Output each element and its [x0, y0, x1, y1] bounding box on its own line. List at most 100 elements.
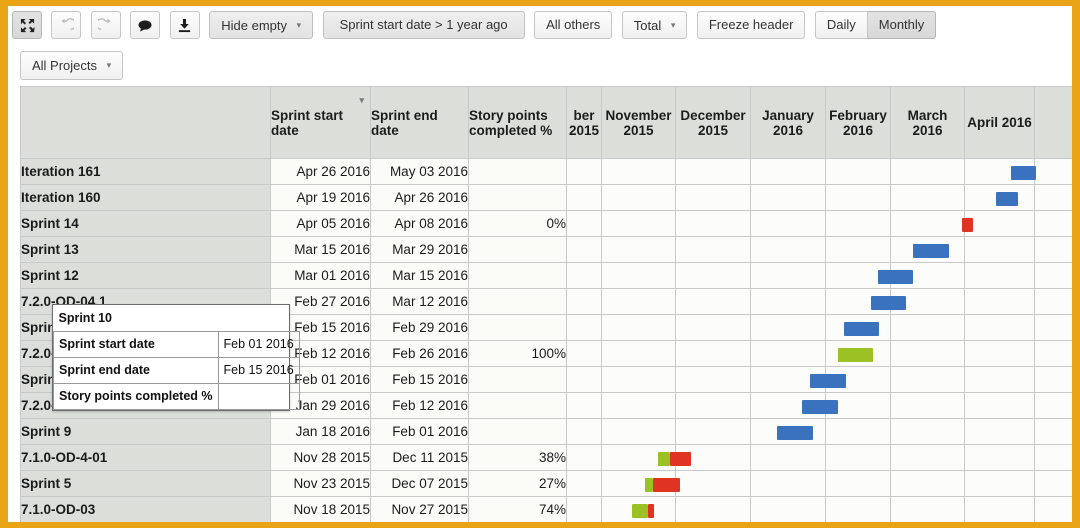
- row-gantt-cell[interactable]: [601, 314, 676, 341]
- row-gantt-cell[interactable]: [825, 470, 891, 497]
- table-row[interactable]: Sprint 9 Jan 18 2016 Feb 01 2016: [20, 418, 1072, 445]
- row-gantt-cell[interactable]: [964, 158, 1035, 185]
- row-gantt-cell[interactable]: [566, 262, 602, 289]
- row-gantt-cell[interactable]: [890, 262, 965, 289]
- row-gantt-cell[interactable]: [964, 210, 1035, 237]
- row-gantt-cell[interactable]: [750, 210, 826, 237]
- daily-button[interactable]: Daily: [814, 11, 868, 39]
- row-gantt-cell[interactable]: [601, 340, 676, 367]
- row-gantt-cell[interactable]: [675, 470, 751, 497]
- row-gantt-cell[interactable]: [601, 366, 676, 393]
- row-gantt-cell[interactable]: [825, 184, 891, 211]
- header-row-label[interactable]: [20, 86, 271, 159]
- all-others-button[interactable]: All others: [534, 11, 613, 39]
- row-gantt-cell[interactable]: [1034, 340, 1072, 367]
- header-month-7[interactable]: May 201: [1034, 86, 1072, 159]
- row-gantt-cell[interactable]: [1034, 210, 1072, 237]
- row-gantt-cell[interactable]: [1034, 418, 1072, 445]
- header-month-1[interactable]: November 2015: [601, 86, 676, 159]
- row-gantt-cell[interactable]: [825, 392, 891, 419]
- row-gantt-cell[interactable]: [750, 340, 826, 367]
- row-gantt-cell[interactable]: [675, 314, 751, 341]
- row-gantt-cell[interactable]: [750, 236, 826, 263]
- row-gantt-cell[interactable]: [601, 158, 676, 185]
- row-gantt-cell[interactable]: [675, 418, 751, 445]
- row-gantt-cell[interactable]: [566, 418, 602, 445]
- header-month-3[interactable]: January 2016: [750, 86, 826, 159]
- row-gantt-cell[interactable]: [825, 314, 891, 341]
- row-gantt-cell[interactable]: [890, 444, 965, 471]
- row-gantt-cell[interactable]: [750, 366, 826, 393]
- row-gantt-cell[interactable]: [675, 496, 751, 522]
- row-gantt-cell[interactable]: [675, 340, 751, 367]
- row-gantt-cell[interactable]: [964, 236, 1035, 263]
- row-gantt-cell[interactable]: [890, 340, 965, 367]
- row-gantt-cell[interactable]: [601, 418, 676, 445]
- row-gantt-cell[interactable]: [964, 184, 1035, 211]
- expand-icon[interactable]: [12, 11, 42, 39]
- row-gantt-cell[interactable]: [566, 340, 602, 367]
- row-gantt-cell[interactable]: [964, 288, 1035, 315]
- row-gantt-cell[interactable]: [750, 496, 826, 522]
- row-gantt-cell[interactable]: [964, 418, 1035, 445]
- row-gantt-cell[interactable]: [964, 340, 1035, 367]
- row-gantt-cell[interactable]: [1034, 392, 1072, 419]
- row-gantt-cell[interactable]: [825, 418, 891, 445]
- table-row[interactable]: Sprint 12 Mar 01 2016 Mar 15 2016: [20, 262, 1072, 289]
- row-gantt-cell[interactable]: [675, 158, 751, 185]
- row-gantt-cell[interactable]: [750, 184, 826, 211]
- row-gantt-cell[interactable]: [890, 158, 965, 185]
- row-gantt-cell[interactable]: [750, 158, 826, 185]
- row-gantt-cell[interactable]: [566, 444, 602, 471]
- row-gantt-cell[interactable]: [825, 262, 891, 289]
- header-month-2[interactable]: December 2015: [675, 86, 751, 159]
- row-gantt-cell[interactable]: [825, 496, 891, 522]
- freeze-header-button[interactable]: Freeze header: [696, 11, 806, 39]
- row-gantt-cell[interactable]: [964, 444, 1035, 471]
- row-gantt-cell[interactable]: [890, 418, 965, 445]
- row-gantt-cell[interactable]: [890, 314, 965, 341]
- row-gantt-cell[interactable]: [601, 470, 676, 497]
- undo-icon[interactable]: [51, 11, 82, 39]
- row-gantt-cell[interactable]: [601, 184, 676, 211]
- header-sprint-start-date[interactable]: Sprint start date ▾: [270, 86, 371, 159]
- table-row[interactable]: Sprint 5 Nov 23 2015 Dec 07 2015 27%: [20, 470, 1072, 497]
- row-gantt-cell[interactable]: [675, 236, 751, 263]
- row-gantt-cell[interactable]: [750, 444, 826, 471]
- row-gantt-cell[interactable]: [566, 288, 602, 315]
- row-gantt-cell[interactable]: [1034, 184, 1072, 211]
- row-gantt-cell[interactable]: [964, 392, 1035, 419]
- row-gantt-cell[interactable]: [675, 184, 751, 211]
- row-gantt-cell[interactable]: [890, 470, 965, 497]
- row-gantt-cell[interactable]: [601, 444, 676, 471]
- row-gantt-cell[interactable]: [601, 210, 676, 237]
- row-gantt-cell[interactable]: [750, 288, 826, 315]
- row-gantt-cell[interactable]: [890, 496, 965, 522]
- header-sprint-end-date[interactable]: Sprint end date: [370, 86, 469, 159]
- row-gantt-cell[interactable]: [890, 392, 965, 419]
- row-gantt-cell[interactable]: [825, 236, 891, 263]
- row-gantt-cell[interactable]: [890, 236, 965, 263]
- row-gantt-cell[interactable]: [601, 288, 676, 315]
- monthly-button[interactable]: Monthly: [867, 11, 937, 39]
- row-gantt-cell[interactable]: [825, 340, 891, 367]
- row-gantt-cell[interactable]: [566, 314, 602, 341]
- row-gantt-cell[interactable]: [1034, 314, 1072, 341]
- row-gantt-cell[interactable]: [675, 262, 751, 289]
- row-gantt-cell[interactable]: [964, 262, 1035, 289]
- row-gantt-cell[interactable]: [566, 470, 602, 497]
- row-gantt-cell[interactable]: [675, 288, 751, 315]
- row-gantt-cell[interactable]: [566, 366, 602, 393]
- row-gantt-cell[interactable]: [1034, 288, 1072, 315]
- download-icon[interactable]: [169, 11, 200, 39]
- row-gantt-cell[interactable]: [1034, 496, 1072, 522]
- row-gantt-cell[interactable]: [964, 366, 1035, 393]
- total-button[interactable]: Total ▾: [621, 11, 688, 39]
- row-gantt-cell[interactable]: [964, 314, 1035, 341]
- row-gantt-cell[interactable]: [825, 444, 891, 471]
- row-gantt-cell[interactable]: [1034, 444, 1072, 471]
- row-gantt-cell[interactable]: [1034, 470, 1072, 497]
- row-gantt-cell[interactable]: [675, 392, 751, 419]
- row-gantt-cell[interactable]: [566, 496, 602, 522]
- header-month-0[interactable]: ber 2015: [566, 86, 602, 159]
